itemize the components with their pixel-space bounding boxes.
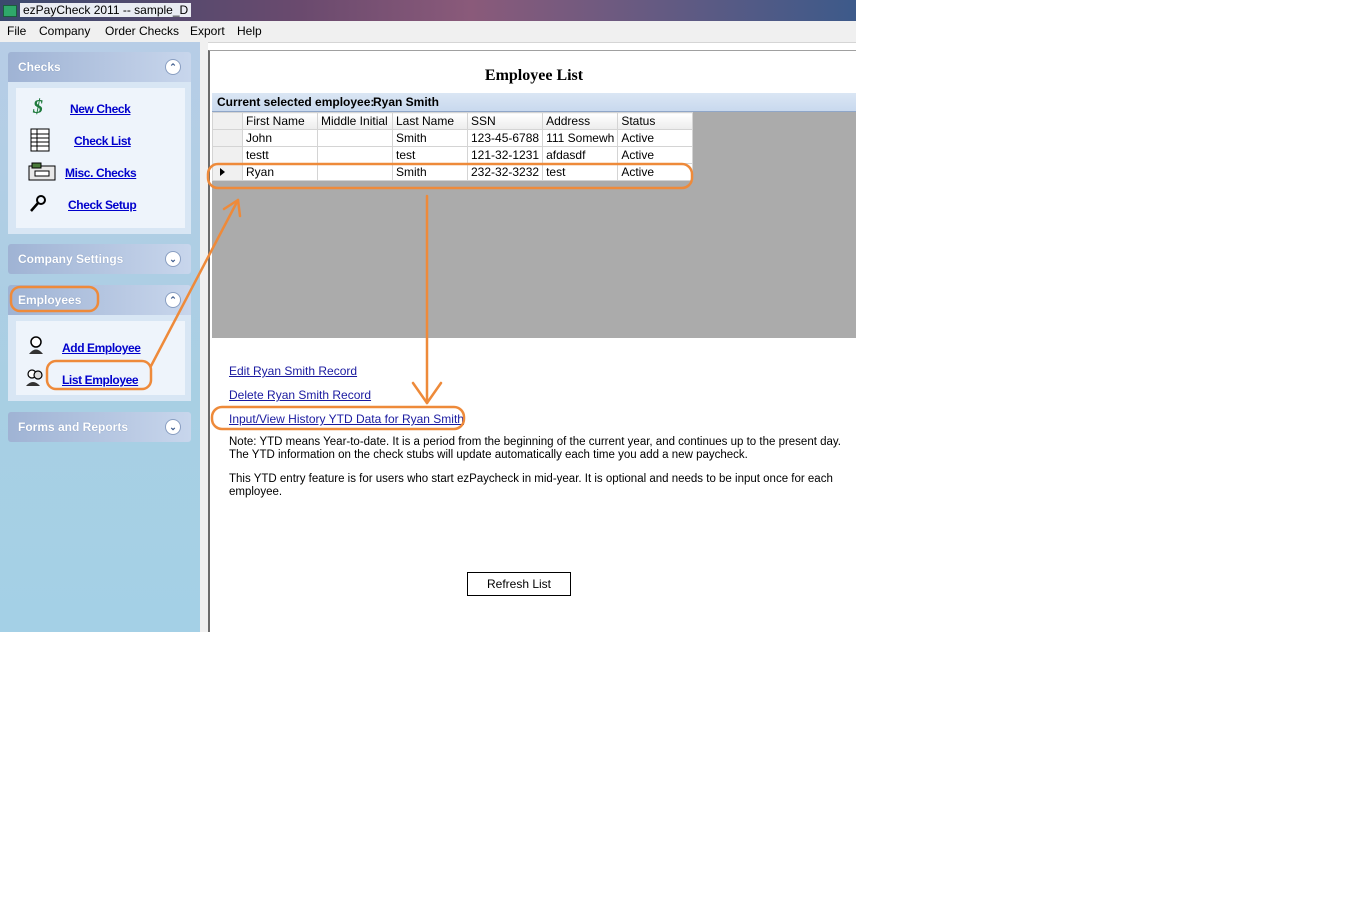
forms-reports-title: Forms and Reports — [18, 420, 129, 434]
employees-panel-title: Employees — [18, 293, 82, 307]
checks-panel: $ New Check Check List Misc. Checks Chec… — [8, 82, 191, 234]
row-selector[interactable] — [212, 146, 243, 164]
column-header[interactable]: SSN — [466, 112, 544, 130]
add-employee-icon — [29, 336, 43, 354]
cell[interactable]: 111 Somewh — [542, 129, 619, 147]
menu-file[interactable]: File — [7, 24, 26, 38]
check-list-icon — [30, 128, 50, 152]
checks-panel-header[interactable]: Checks ⌃ — [8, 52, 191, 82]
menu-bar: File Company Order Checks Export Help — [0, 21, 856, 43]
cell[interactable]: afdasdf — [542, 146, 619, 164]
refresh-list-button[interactable]: Refresh List — [467, 572, 571, 596]
misc-checks-link[interactable]: Misc. Checks — [65, 166, 137, 180]
cell[interactable]: test — [392, 146, 468, 164]
cell[interactable]: John — [242, 129, 318, 147]
table-row[interactable]: testt test 121-32-1231 afdasdf Active — [212, 146, 694, 164]
menu-export[interactable]: Export — [190, 24, 225, 38]
cell[interactable] — [317, 129, 393, 147]
window-title: ezPayCheck 2011 -- sample_D — [20, 3, 192, 17]
svg-text:$: $ — [32, 96, 43, 116]
company-settings-title: Company Settings — [18, 252, 124, 266]
ytd-history-link[interactable]: Input/View History YTD Data for Ryan Smi… — [229, 412, 464, 426]
list-employee-link[interactable]: List Employee — [62, 373, 139, 387]
cell[interactable]: 232-32-3232 — [466, 163, 544, 181]
new-check-link[interactable]: New Check — [70, 102, 131, 116]
cell[interactable]: Smith — [392, 163, 468, 181]
forms-reports-panel-header[interactable]: Forms and Reports ⌄ — [8, 412, 191, 442]
column-header[interactable]: Status — [617, 112, 694, 130]
employee-table: First Name Middle Initial Last Name SSN … — [212, 112, 694, 181]
wrench-icon — [30, 195, 46, 212]
app-icon — [3, 5, 17, 17]
selected-employee-caption: Current selected employee: Ryan Smith — [212, 93, 856, 112]
cell[interactable] — [317, 146, 393, 164]
column-header[interactable]: Last Name — [392, 112, 468, 130]
check-setup-link[interactable]: Check Setup — [68, 198, 137, 212]
cell[interactable]: Smith — [392, 129, 468, 147]
sidebar: Checks ⌃ $ New Check Check List Misc. Ch… — [0, 42, 200, 632]
cell[interactable] — [317, 163, 393, 181]
title-bar: ezPayCheck 2011 -- sample_D — [0, 0, 856, 21]
caption-label: Current selected employee: — [217, 95, 375, 109]
table-header-row: First Name Middle Initial Last Name SSN … — [212, 112, 694, 130]
ytd-note: Note: YTD means Year-to-date. It is a pe… — [229, 436, 841, 461]
menu-help[interactable]: Help — [237, 24, 262, 38]
row-selector[interactable] — [212, 129, 243, 147]
cell[interactable]: Active — [617, 163, 694, 181]
collapse-icon[interactable]: ⌃ — [165, 292, 181, 308]
employee-grid: Current selected employee: Ryan Smith Fi… — [212, 93, 856, 338]
add-employee-link[interactable]: Add Employee — [62, 341, 141, 355]
caption-value: Ryan Smith — [373, 95, 440, 109]
cell[interactable]: Active — [617, 146, 694, 164]
delete-record-link[interactable]: Delete Ryan Smith Record — [229, 388, 371, 402]
column-header[interactable]: Address — [542, 112, 619, 130]
collapse-icon[interactable]: ⌃ — [165, 59, 181, 75]
column-header[interactable]: First Name — [242, 112, 318, 130]
ytd-feature-note: This YTD entry feature is for users who … — [229, 473, 833, 498]
expand-icon[interactable]: ⌄ — [165, 251, 181, 267]
employees-panel-header[interactable]: Employees ⌃ — [8, 285, 191, 315]
row-header-corner — [212, 112, 243, 130]
current-row-arrow-icon — [220, 168, 225, 176]
employees-panel: Add Employee List Employee — [8, 315, 191, 401]
expand-icon[interactable]: ⌄ — [165, 419, 181, 435]
app-window: ezPayCheck 2011 -- sample_D File Company… — [0, 0, 856, 632]
list-employee-icon — [26, 369, 43, 386]
cell[interactable]: test — [542, 163, 619, 181]
cell[interactable]: 123-45-6788 — [466, 129, 544, 147]
cell[interactable]: Active — [617, 129, 694, 147]
check-list-link[interactable]: Check List — [74, 134, 131, 148]
cell[interactable]: testt — [242, 146, 318, 164]
table-row-selected[interactable]: Ryan Smith 232-32-3232 test Active — [212, 163, 694, 181]
misc-checks-icon — [28, 162, 56, 181]
cell[interactable]: Ryan — [242, 163, 318, 181]
table-row[interactable]: John Smith 123-45-6788 111 Somewh Active — [212, 129, 694, 147]
company-settings-panel-header[interactable]: Company Settings ⌄ — [8, 244, 191, 274]
dollar-icon: $ — [32, 96, 43, 116]
checks-panel-title: Checks — [18, 60, 61, 74]
page-title: Employee List — [484, 67, 584, 84]
row-selector[interactable] — [212, 163, 243, 181]
menu-company[interactable]: Company — [39, 24, 90, 38]
employee-list-page: Employee List Current selected employee:… — [208, 50, 856, 632]
menu-order-checks[interactable]: Order Checks — [105, 24, 179, 38]
column-header[interactable]: Middle Initial — [317, 112, 393, 130]
edit-record-link[interactable]: Edit Ryan Smith Record — [229, 364, 357, 378]
cell[interactable]: 121-32-1231 — [466, 146, 544, 164]
splitter[interactable] — [200, 42, 208, 632]
